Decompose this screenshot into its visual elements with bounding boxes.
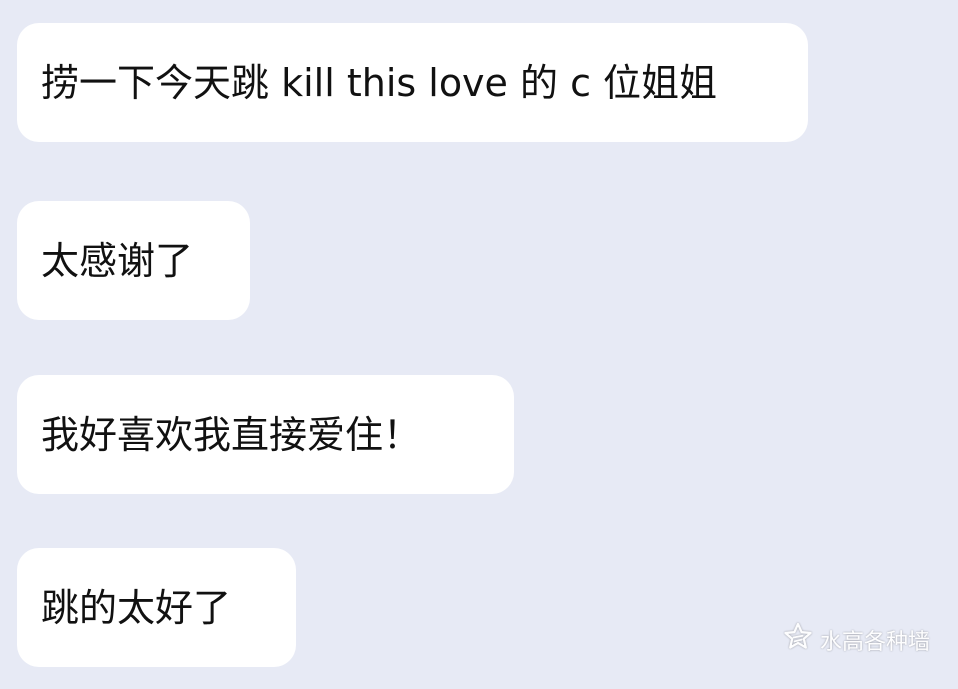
- message-bubble[interactable]: 捞一下今天跳 kill this love 的 c 位姐姐: [17, 23, 808, 142]
- weibo-star-icon: [782, 621, 814, 659]
- watermark-text: 水高各种墙: [819, 630, 930, 655]
- message-bubble[interactable]: 跳的太好了: [17, 548, 296, 667]
- message-bubble[interactable]: 太感谢了: [17, 201, 250, 320]
- watermark: 水高各种墙: [782, 621, 930, 659]
- message-text: 我好喜欢我直接爱住！: [41, 412, 422, 457]
- message-text: 太感谢了: [41, 238, 194, 283]
- message-text: 捞一下今天跳 kill this love 的 c 位姐姐: [41, 60, 718, 105]
- chat-area: 捞一下今天跳 kill this love 的 c 位姐姐 太感谢了 我好喜欢我…: [0, 0, 958, 689]
- message-bubble[interactable]: 我好喜欢我直接爱住！: [17, 375, 514, 494]
- message-text: 跳的太好了: [41, 585, 232, 630]
